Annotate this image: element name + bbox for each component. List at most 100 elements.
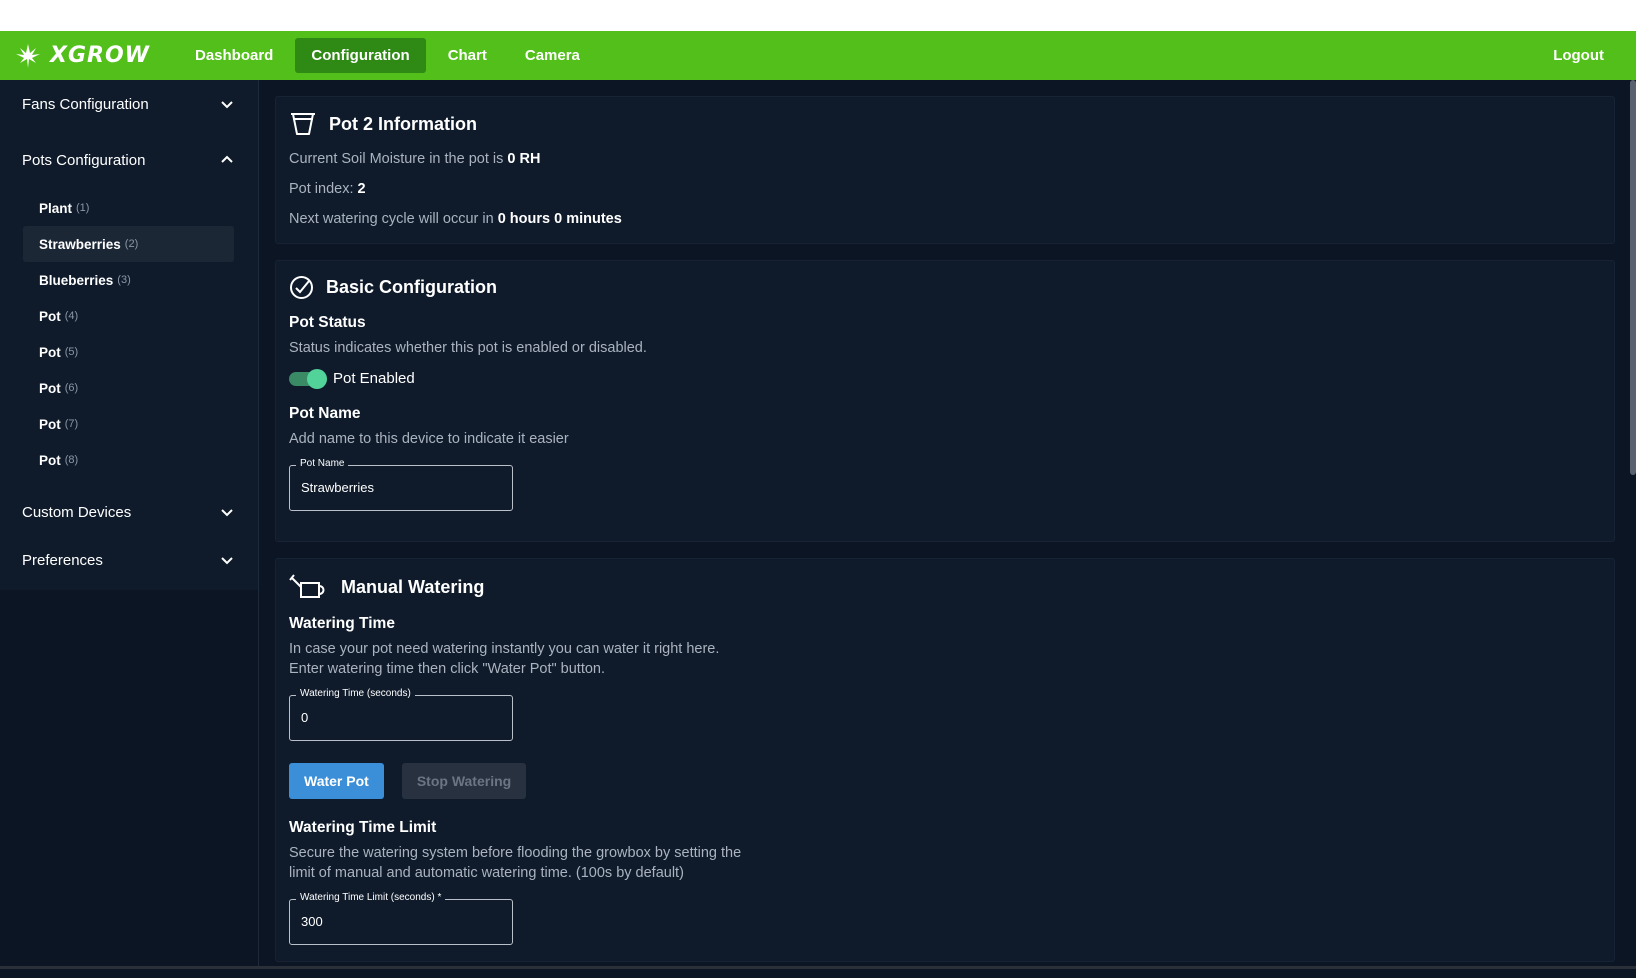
water-pot-button[interactable]: Water Pot: [289, 763, 384, 799]
chevron-up-icon: [221, 155, 233, 163]
cannabis-leaf-icon: [16, 43, 40, 68]
pot-item-label: Strawberries: [39, 236, 121, 252]
card-title: Manual Watering: [289, 573, 1601, 601]
pot-item-5[interactable]: Pot (5): [23, 334, 234, 370]
pots-list: Plant (1) Strawberries (2) Blueberries (3) …: [0, 184, 258, 488]
basic-config-card: Basic Configuration Pot Status Status in…: [275, 260, 1615, 542]
nav-camera[interactable]: Camera: [509, 38, 596, 73]
brand-logo[interactable]: XGROW: [14, 42, 154, 70]
watering-limit-input[interactable]: [299, 913, 503, 930]
sidebar-section-preferences[interactable]: Preferences: [0, 536, 258, 584]
pot-item-label: Pot: [39, 452, 61, 468]
chevron-down-icon: [221, 557, 233, 565]
pot-item-blueberries[interactable]: Blueberries (3): [23, 262, 234, 298]
scrollbar[interactable]: [1630, 80, 1636, 475]
pot-index-line: Pot index: 2: [289, 181, 1601, 197]
sidebar: Fans Configuration Pots Configuration Pl…: [0, 80, 259, 969]
manual-watering-title: Manual Watering: [341, 576, 485, 597]
pot-item-7[interactable]: Pot (7): [23, 406, 234, 442]
sidebar-section-label: Preferences: [22, 551, 103, 569]
top-navbar: XGROW Dashboard Configuration Chart Came…: [0, 31, 1636, 80]
watering-time-title: Watering Time: [289, 615, 395, 632]
watering-limit-title: Watering Time Limit: [289, 819, 437, 836]
sidebar-section-label: Pots Configuration: [22, 151, 146, 169]
logout-button[interactable]: Logout: [1553, 47, 1604, 64]
chevron-down-icon: [221, 509, 233, 517]
soil-moisture-label: Current Soil Moisture in the pot is: [289, 151, 504, 167]
pot-enabled-label: Pot Enabled: [333, 370, 415, 387]
pot-item-count: (2): [124, 238, 139, 250]
pot-item-label: Pot: [39, 308, 61, 324]
manual-watering-card: Manual Watering Watering Time In case yo…: [275, 558, 1615, 962]
pot-item-label: Pot: [39, 344, 61, 360]
watering-time-desc-line: In case your pot need watering instantly…: [289, 641, 720, 657]
pot-info-card: Pot 2 Information Current Soil Moisture …: [275, 96, 1615, 244]
watering-limit-field: Watering Time Limit (seconds) *: [289, 892, 513, 945]
pot-name-title: Pot Name: [289, 405, 361, 422]
sidebar-section-custom-devices[interactable]: Custom Devices: [0, 488, 258, 536]
pot-item-count: (7): [64, 418, 79, 430]
watering-time-description: In case your pot need watering instantly…: [289, 639, 1601, 679]
pot-item-count: (8): [64, 454, 79, 466]
sidebar-section-pots[interactable]: Pots Configuration: [0, 136, 258, 184]
pot-index-value: 2: [357, 181, 366, 197]
pot-item-label: Blueberries: [39, 272, 114, 288]
watering-limit-desc-line: Secure the watering system before floodi…: [289, 845, 742, 861]
pot-item-count: (3): [117, 274, 131, 286]
pot-name-legend: Pot Name: [296, 458, 349, 469]
pot-item-count: (1): [76, 202, 90, 214]
check-circle-icon: [290, 276, 313, 299]
sidebar-menu: Fans Configuration Pots Configuration Pl…: [0, 80, 258, 590]
watering-limit-desc-line: limit of manual and automatic watering t…: [289, 865, 684, 881]
pot-item-count: (6): [64, 382, 79, 394]
pot-enabled-row: Pot Enabled: [289, 368, 1601, 389]
pot-item-8[interactable]: Pot (8): [23, 442, 234, 478]
pot-item-count: (4): [64, 310, 79, 322]
pot-enabled-toggle[interactable]: [289, 368, 327, 389]
sidebar-section-label: Custom Devices: [22, 503, 132, 521]
browser-top-strip: [0, 0, 1636, 31]
pot-item-label: Plant: [39, 200, 73, 216]
next-watering-value: 0 hours 0 minutes: [497, 211, 622, 227]
watering-limit-description: Secure the watering system before floodi…: [289, 843, 1601, 883]
watering-time-desc-line: Enter watering time then click "Water Po…: [289, 661, 606, 677]
pot-item-label: Pot: [39, 416, 61, 432]
chevron-down-icon: [221, 101, 233, 109]
card-title: Pot 2 Information: [289, 111, 1601, 137]
stop-watering-button[interactable]: Stop Watering: [401, 763, 527, 799]
next-watering-label: Next watering cycle will occur in: [289, 211, 494, 227]
pot-item-6[interactable]: Pot (6): [23, 370, 234, 406]
pot-status-description: Status indicates whether this pot is ena…: [289, 340, 647, 356]
watering-can-icon: [289, 574, 325, 598]
basic-config-title: Basic Configuration: [326, 277, 498, 297]
pot-item-plant[interactable]: Plant (1): [23, 190, 234, 226]
pot-name-field: Pot Name: [289, 458, 513, 511]
pot-name-input[interactable]: [299, 479, 503, 496]
soil-moisture-line: Current Soil Moisture in the pot is 0 RH: [289, 151, 1601, 167]
card-title: Basic Configuration: [289, 275, 1601, 300]
pot-item-4[interactable]: Pot (4): [23, 298, 234, 334]
watering-buttons: Water Pot Stop Watering: [289, 763, 1601, 799]
nav-chart[interactable]: Chart: [432, 38, 503, 73]
sidebar-section-fans[interactable]: Fans Configuration: [0, 80, 258, 128]
pot-icon: [291, 113, 315, 135]
pot-status-title: Pot Status: [289, 314, 366, 331]
watering-limit-legend: Watering Time Limit (seconds) *: [296, 892, 446, 903]
sidebar-section-label: Fans Configuration: [22, 95, 149, 113]
nav-configuration[interactable]: Configuration: [295, 38, 426, 73]
toggle-knob: [307, 368, 327, 389]
nav-dashboard[interactable]: Dashboard: [179, 38, 289, 73]
watering-time-input[interactable]: [299, 709, 503, 726]
pot-info-title: Pot 2 Information: [329, 113, 477, 134]
soil-moisture-value: 0 RH: [507, 151, 541, 167]
pot-item-strawberries[interactable]: Strawberries (2): [23, 226, 234, 262]
brand-name: XGROW: [50, 43, 150, 68]
pot-item-count: (5): [64, 346, 79, 358]
next-watering-line: Next watering cycle will occur in 0 hour…: [289, 211, 1601, 227]
pot-item-label: Pot: [39, 380, 61, 396]
watering-time-field: Watering Time (seconds): [289, 688, 513, 741]
watering-time-legend: Watering Time (seconds): [296, 688, 415, 699]
main-content: Pot 2 Information Current Soil Moisture …: [275, 96, 1615, 978]
pot-name-description: Add name to this device to indicate it e…: [289, 431, 569, 447]
pot-index-label: Pot index:: [289, 181, 354, 197]
